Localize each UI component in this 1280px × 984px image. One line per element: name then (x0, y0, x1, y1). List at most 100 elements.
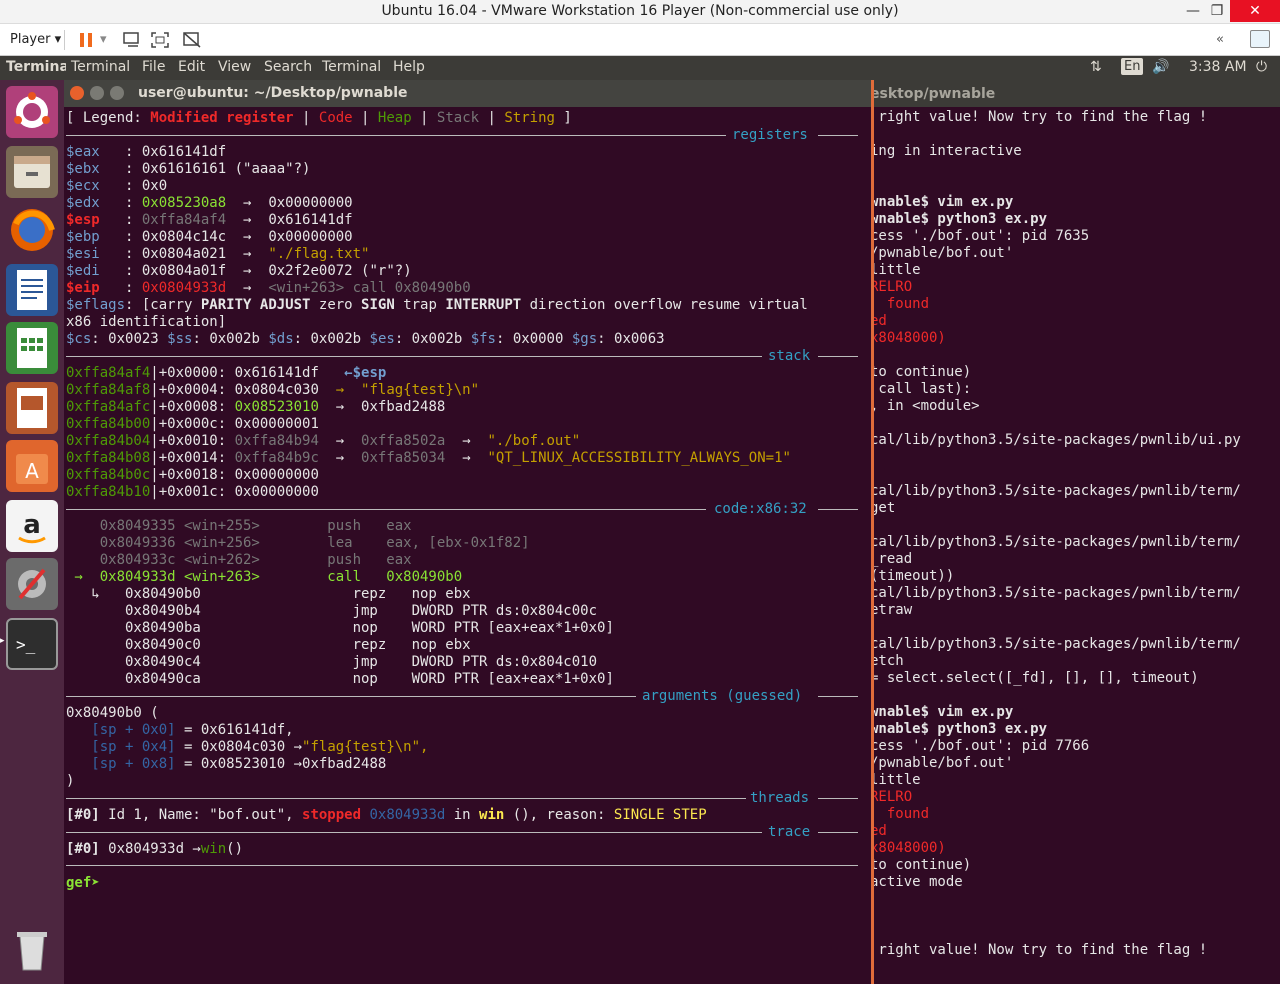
stack-row: 0xffa84af8|+0x0004: 0x0804c030 → "flag{t… (66, 382, 791, 399)
arrow: → (226, 246, 269, 262)
stack-sep: | (150, 450, 159, 466)
vm-message-button[interactable] (1250, 30, 1270, 48)
pause-button[interactable] (78, 28, 94, 52)
amazon-icon[interactable]: a (6, 500, 58, 552)
register-sep: : (99, 178, 142, 194)
maximize-window-icon[interactable] (110, 86, 124, 100)
settings-icon[interactable] (6, 558, 58, 610)
stack-row: 0xffa84afc|+0x0008: 0x08523010 → 0xfbad2… (66, 399, 791, 416)
stack-row: 0xffa84b00|+0x000c: 0x00000001 (66, 416, 791, 433)
argument-row: [sp + 0x8] = 0x08523010 →0xfbad2488 (66, 756, 428, 773)
bg-terminal-line: right value! Now try to find the flag ! (870, 942, 1208, 958)
stack-string: "QT_LINUX_ACCESSIBILITY_ALWAYS_ON=1" (487, 450, 791, 466)
stack-address: 0xffa84af8 (66, 382, 151, 398)
stack-deref: → "flag{test}\n" (318, 382, 480, 398)
minimize-window-icon[interactable] (90, 86, 104, 100)
bg-terminal-line: found (870, 806, 930, 822)
ubuntu-top-panel: Terminal Terminal File Edit View Search … (0, 56, 1280, 80)
keyboard-icon (123, 32, 139, 47)
register-deref: 0x00000000 (268, 195, 353, 211)
menu-search[interactable]: Search (264, 59, 312, 75)
register-name: $eax (66, 144, 100, 160)
volume-icon[interactable]: 🔊 (1152, 59, 1169, 75)
segment-value: 0x002b (411, 331, 463, 347)
argument-row: [sp + 0x4] = 0x0804c030 →"flag{test}\n", (66, 739, 428, 756)
ubuntu-dash-icon[interactable] (6, 86, 58, 138)
stack-offset: +0x0018: (158, 467, 235, 483)
power-gear-icon[interactable]: ⏻ (1256, 59, 1267, 75)
register-name: $esp (66, 212, 100, 228)
bg-terminal-line: RELRO (870, 789, 913, 805)
register-value: 0x0804a01f (141, 263, 227, 279)
bg-terminal-line (870, 891, 1241, 908)
trash-icon[interactable] (6, 924, 58, 976)
bg-terminal-line: ed (870, 823, 887, 839)
stack-sep: | (150, 416, 159, 432)
code-line: ↳ 0x80490b0 repz nop ebx (66, 586, 471, 602)
menu-help[interactable]: Help (393, 59, 425, 75)
arrow: → (226, 280, 269, 296)
calc-icon[interactable] (6, 322, 58, 374)
code-line: 0x80490c4 jmp DWORD PTR ds:0x804c010 (66, 654, 598, 670)
bg-terminal-line: /pwnable/bof.out' (870, 245, 1014, 261)
stack-value: 0x0804c030 (234, 382, 319, 398)
stack-address: 0xffa84b04 (66, 433, 151, 449)
register-value: 0x616141df (141, 144, 227, 160)
menu-view[interactable]: View (218, 59, 251, 75)
firefox-icon[interactable] (6, 204, 58, 256)
stack-address: 0xffa84af4 (66, 365, 151, 381)
register-sep: : (99, 212, 142, 228)
arguments-head: 0x80490b0 ( (66, 705, 159, 721)
register-value: 0x0804c14c (141, 229, 227, 245)
close-window-icon[interactable] (70, 86, 84, 100)
fullscreen-button[interactable] (150, 28, 170, 52)
menu-terminal-2[interactable]: Terminal (322, 59, 381, 75)
gef-prompt[interactable]: gef➤ (66, 875, 100, 892)
toolbar-divider (64, 30, 65, 50)
player-menu-button[interactable]: Player ▾ (10, 28, 61, 52)
register-value: 0x0804933d (141, 280, 227, 296)
keyboard-layout-indicator[interactable]: En (1121, 58, 1144, 75)
stack-row: 0xffa84b0c|+0x0018: 0x00000000 (66, 467, 791, 484)
section-code: code:x86:32 (714, 501, 807, 517)
close-button[interactable]: ✕ (1230, 0, 1280, 22)
stack-row: 0xffa84b04|+0x0010: 0xffa84b94 → 0xffa85… (66, 433, 791, 450)
bg-terminal-line: etraw (870, 602, 913, 618)
register-name: $edx (66, 195, 100, 211)
background-terminal-window[interactable]: esktop/pwnable right value! Now try to f… (868, 80, 1280, 984)
stack-sep: | (150, 433, 159, 449)
clock[interactable]: 3:38 AM (1189, 59, 1247, 75)
argument-value: = 0x08523010 →0xfbad2488 (175, 756, 387, 772)
menu-terminal[interactable]: Terminal (71, 59, 130, 75)
register-sep: : (99, 263, 142, 279)
segment-sep: : (495, 331, 513, 347)
unity-button[interactable] (182, 28, 202, 52)
terminal-icon[interactable]: >_ (6, 618, 58, 670)
impress-icon[interactable] (6, 382, 58, 434)
argument-value: = 0x616141df, (175, 722, 294, 738)
software-center-icon[interactable]: A (6, 440, 58, 492)
bg-terminal-line (870, 415, 1241, 432)
bg-terminal-line (870, 347, 1241, 364)
segment-name: $gs (571, 331, 598, 347)
bg-terminal-line: , in <module> (870, 398, 980, 414)
register-value: 0x0 (141, 178, 168, 194)
collapse-toolbar-icon[interactable]: « (1216, 28, 1224, 52)
pause-dropdown-icon[interactable]: ▾ (100, 28, 107, 52)
writer-icon[interactable] (6, 264, 58, 316)
send-ctrl-alt-del-button[interactable] (122, 28, 142, 52)
code-line: 0x8049336 <win+256> lea eax, [ebx-0x1f82… (66, 535, 530, 551)
section-divider (66, 865, 858, 866)
menu-edit[interactable]: Edit (178, 59, 205, 75)
gef-terminal-window[interactable]: user@ubuntu: ~/Desktop/pwnable [ Legend:… (64, 80, 874, 984)
vm-title-bar: Ubuntu 16.04 - VMware Workstation 16 Pla… (0, 0, 1280, 24)
network-icon[interactable]: ⇅ (1090, 59, 1102, 75)
restore-button[interactable]: ❐ (1200, 0, 1234, 22)
menu-file[interactable]: File (142, 59, 165, 75)
bg-terminal-line: x8048000) (870, 840, 946, 856)
stack-sep: | (150, 365, 159, 381)
files-icon[interactable] (6, 146, 58, 198)
segment-sep (462, 331, 470, 347)
section-divider (66, 135, 726, 136)
